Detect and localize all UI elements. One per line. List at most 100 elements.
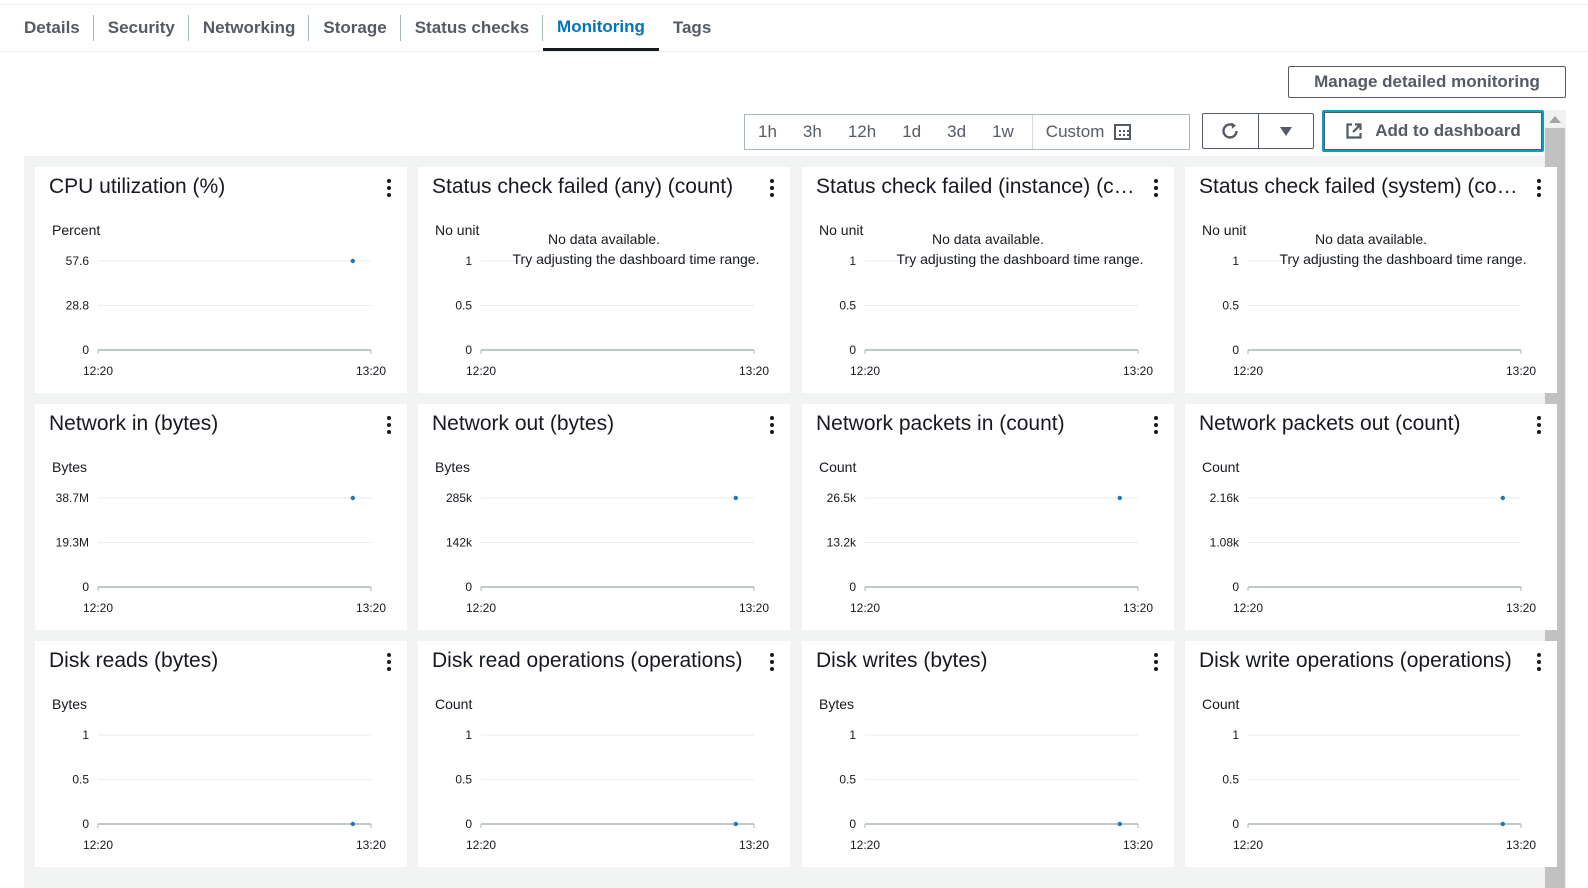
time-range-1d[interactable]: 1d bbox=[889, 115, 934, 149]
manage-detailed-monitoring-button[interactable]: Manage detailed monitoring bbox=[1288, 66, 1566, 98]
metric-widget-network-packets-in-count: Network packets in (count) Count 0 13.2k 26.… bbox=[802, 404, 1174, 630]
metric-chart: 0 0.5 1 12:20 13:20 bbox=[72, 728, 386, 852]
y-tick-label: 19.3M bbox=[56, 536, 89, 550]
metric-widget-network-out-bytes: Network out (bytes) Bytes 0 142k 285k 12:20 13… bbox=[418, 404, 790, 630]
y-tick-label: 0 bbox=[465, 343, 472, 357]
y-tick-label: 1 bbox=[465, 728, 472, 742]
x-tick-label: 12:20 bbox=[850, 838, 880, 852]
y-tick-label: 26.5k bbox=[827, 491, 857, 505]
x-tick-label: 12:20 bbox=[83, 838, 113, 852]
x-tick-label: 12:20 bbox=[83, 364, 113, 378]
data-point[interactable] bbox=[733, 495, 738, 501]
metric-chart: 0 13.2k 26.5k 12:20 13:20 bbox=[827, 491, 1154, 615]
y-tick-label: 0.5 bbox=[839, 299, 856, 313]
metric-chart: 0 19.3M 38.7M 12:20 13:20 bbox=[56, 491, 387, 615]
y-tick-label: 1 bbox=[465, 254, 472, 268]
data-point[interactable] bbox=[1117, 821, 1122, 827]
tab-status-checks[interactable]: Status checks bbox=[401, 5, 544, 51]
tab-monitoring[interactable]: Monitoring bbox=[543, 5, 659, 51]
tab-networking[interactable]: Networking bbox=[189, 5, 310, 51]
y-tick-label: 0 bbox=[82, 343, 89, 357]
metric-widget-disk-read-operations-operations: Disk read operations (operations) Count 0 0… bbox=[418, 641, 790, 867]
y-tick-label: 0.5 bbox=[455, 773, 472, 787]
y-tick-label: 38.7M bbox=[56, 491, 89, 505]
y-tick-label: 0 bbox=[849, 343, 856, 357]
metric-chart: 0 1.08k 2.16k 12:20 13:20 bbox=[1210, 491, 1537, 615]
time-range-1w[interactable]: 1w bbox=[979, 115, 1027, 149]
metric-chart: 0 0.5 1 12:20 13:20 bbox=[455, 254, 769, 378]
x-tick-label: 12:20 bbox=[850, 601, 880, 615]
x-tick-label: 13:20 bbox=[1506, 838, 1536, 852]
x-tick-label: 12:20 bbox=[850, 364, 880, 378]
y-tick-label: 1 bbox=[849, 254, 856, 268]
time-range-1h[interactable]: 1h bbox=[745, 115, 790, 149]
x-tick-label: 13:20 bbox=[1123, 601, 1153, 615]
x-tick-label: 13:20 bbox=[739, 838, 769, 852]
x-tick-label: 12:20 bbox=[466, 364, 496, 378]
data-point[interactable] bbox=[350, 495, 355, 501]
refresh-button[interactable] bbox=[1203, 114, 1259, 148]
refresh-button-group bbox=[1202, 113, 1314, 149]
y-tick-label: 0 bbox=[82, 580, 89, 594]
time-range-3d[interactable]: 3d bbox=[934, 115, 979, 149]
y-tick-label: 0 bbox=[1232, 343, 1239, 357]
time-range-custom[interactable]: Custom bbox=[1031, 115, 1138, 149]
y-tick-label: 0 bbox=[849, 817, 856, 831]
y-tick-label: 57.6 bbox=[66, 254, 90, 268]
y-tick-label: 1 bbox=[82, 728, 89, 742]
no-data-hint: Try adjusting the dashboard time range. bbox=[896, 251, 1144, 267]
data-point[interactable] bbox=[1500, 821, 1505, 827]
y-tick-label: 0 bbox=[1232, 580, 1239, 594]
metric-widget-status-check-failed-system-count: Status check failed (system) (count) No u… bbox=[1185, 167, 1557, 393]
y-tick-label: 0 bbox=[1232, 817, 1239, 831]
external-link-icon bbox=[1346, 123, 1362, 139]
metric-widget-network-packets-out-count: Network packets out (count) Count 0 1.08k 2.… bbox=[1185, 404, 1557, 630]
x-tick-label: 13:20 bbox=[1123, 838, 1153, 852]
tab-storage[interactable]: Storage bbox=[309, 5, 402, 51]
x-tick-label: 13:20 bbox=[739, 364, 769, 378]
data-point[interactable] bbox=[1117, 495, 1122, 501]
metric-widget-disk-write-operations-operations: Disk write operations (operations) Count 0… bbox=[1185, 641, 1557, 867]
x-tick-label: 12:20 bbox=[466, 601, 496, 615]
y-tick-label: 0.5 bbox=[1222, 299, 1239, 313]
data-point[interactable] bbox=[350, 821, 355, 827]
data-point[interactable] bbox=[733, 821, 738, 827]
metric-chart: 0 0.5 1 12:20 13:20 bbox=[839, 728, 1153, 852]
no-data-message: No data available. bbox=[931, 231, 1045, 247]
tab-security[interactable]: Security bbox=[94, 5, 189, 51]
x-tick-label: 12:20 bbox=[466, 838, 496, 852]
time-range-3h[interactable]: 3h bbox=[790, 115, 835, 149]
metric-chart: 0 0.5 1 12:20 13:20 bbox=[1222, 728, 1536, 852]
y-tick-label: 0 bbox=[465, 817, 472, 831]
metric-widget-status-check-failed-instance-count: Status check failed (instance) (count) No… bbox=[802, 167, 1174, 393]
x-tick-label: 13:20 bbox=[356, 364, 386, 378]
y-tick-label: 0 bbox=[465, 580, 472, 594]
refresh-interval-dropdown[interactable] bbox=[1259, 114, 1314, 148]
no-data-hint: Try adjusting the dashboard time range. bbox=[512, 251, 760, 267]
x-tick-label: 13:20 bbox=[356, 601, 386, 615]
time-range-selector: 1h 3h 12h 1d 3d 1w Custom bbox=[744, 114, 1190, 150]
caret-down-icon bbox=[1279, 126, 1292, 136]
metric-chart: 0 0.5 1 12:20 13:20 bbox=[839, 254, 1153, 378]
tab-details[interactable]: Details bbox=[10, 5, 94, 51]
x-tick-label: 13:20 bbox=[739, 601, 769, 615]
scroll-up-arrow-icon[interactable] bbox=[1549, 116, 1561, 123]
y-tick-label: 142k bbox=[446, 536, 473, 550]
refresh-icon bbox=[1222, 122, 1238, 139]
y-tick-label: 285k bbox=[446, 491, 473, 505]
metrics-dashboard: CPU utilization (%) Percent 0 28.8 57.6 12:20… bbox=[24, 156, 1557, 888]
metric-widget-disk-writes-bytes: Disk writes (bytes) Bytes 0 0.5 1 12:20 13:20 bbox=[802, 641, 1174, 867]
tab-tags[interactable]: Tags bbox=[659, 5, 725, 51]
x-tick-label: 13:20 bbox=[1123, 364, 1153, 378]
y-tick-label: 0 bbox=[82, 817, 89, 831]
time-range-12h[interactable]: 12h bbox=[835, 115, 889, 149]
x-tick-label: 12:20 bbox=[1233, 601, 1263, 615]
data-point[interactable] bbox=[350, 258, 355, 264]
tab-bar: Details Security Networking Storage Stat… bbox=[0, 4, 1588, 52]
metric-widget-disk-reads-bytes: Disk reads (bytes) Bytes 0 0.5 1 12:20 13:20 bbox=[35, 641, 407, 867]
data-point[interactable] bbox=[1500, 495, 1505, 501]
metric-widget-status-check-failed-any-count: Status check failed (any) (count) No unit… bbox=[418, 167, 790, 393]
y-tick-label: 0.5 bbox=[839, 773, 856, 787]
add-to-dashboard-button[interactable]: Add to dashboard bbox=[1322, 110, 1544, 152]
y-tick-label: 1.08k bbox=[1210, 536, 1240, 550]
